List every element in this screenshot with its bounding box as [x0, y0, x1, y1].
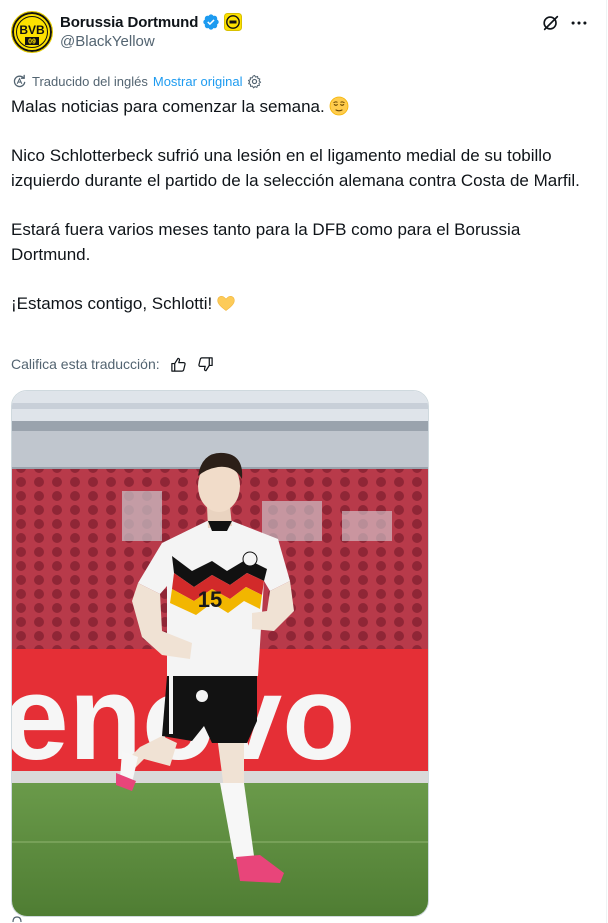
more-dots-icon[interactable]	[568, 12, 590, 34]
translation-label: Traducido del inglés	[32, 73, 148, 89]
thumb-down-icon[interactable]	[197, 356, 214, 373]
author-handle[interactable]: @BlackYellow	[60, 33, 155, 50]
author-name[interactable]: Borussia Dortmund	[60, 14, 198, 31]
tweet-paragraph: ¡Estamos contigo, Schlotti!	[11, 291, 591, 316]
tweet-photo[interactable]: enovo 15	[11, 390, 429, 917]
thumb-up-icon[interactable]	[170, 356, 187, 373]
reply-icon[interactable]	[12, 916, 22, 923]
tweet: BVB 09 Borussia Dortmund @BlackYellow Tr…	[0, 0, 607, 923]
tweet-paragraph: Estará fuera varios meses tanto para la …	[11, 220, 521, 264]
jersey-number: 15	[198, 587, 222, 612]
translation-bar: Traducido del inglés Mostrar original	[12, 72, 262, 90]
tweet-line-4: ¡Estamos contigo, Schlotti!	[11, 294, 213, 313]
football-player-photo: enovo 15	[12, 391, 428, 916]
author-row: Borussia Dortmund	[60, 12, 243, 32]
relieved-face-emoji	[329, 96, 349, 116]
affiliate-badge-icon[interactable]	[224, 13, 243, 31]
tweet-paragraph: Malas noticias para comenzar la semana.	[11, 94, 591, 119]
grok-icon[interactable]	[540, 12, 562, 34]
translate-icon	[13, 74, 26, 87]
avatar-text: BVB	[19, 23, 45, 37]
rate-label: Califica esta traducción:	[11, 356, 160, 372]
tweet-text: Malas noticias para comenzar la semana. …	[11, 94, 591, 340]
yellow-heart-emoji	[217, 295, 235, 311]
show-original-link[interactable]: Mostrar original	[153, 74, 243, 89]
tweet-paragraph: Nico Schlotterbeck sufrió una lesión en …	[11, 146, 580, 190]
verified-badge-icon[interactable]	[202, 13, 220, 31]
rate-translation: Califica esta traducción:	[11, 355, 214, 373]
avatar[interactable]: BVB 09	[11, 11, 53, 53]
avatar-number: 09	[28, 39, 36, 46]
tweet-line-1: Malas noticias para comenzar la semana.	[11, 97, 325, 116]
gear-icon[interactable]	[247, 74, 262, 89]
